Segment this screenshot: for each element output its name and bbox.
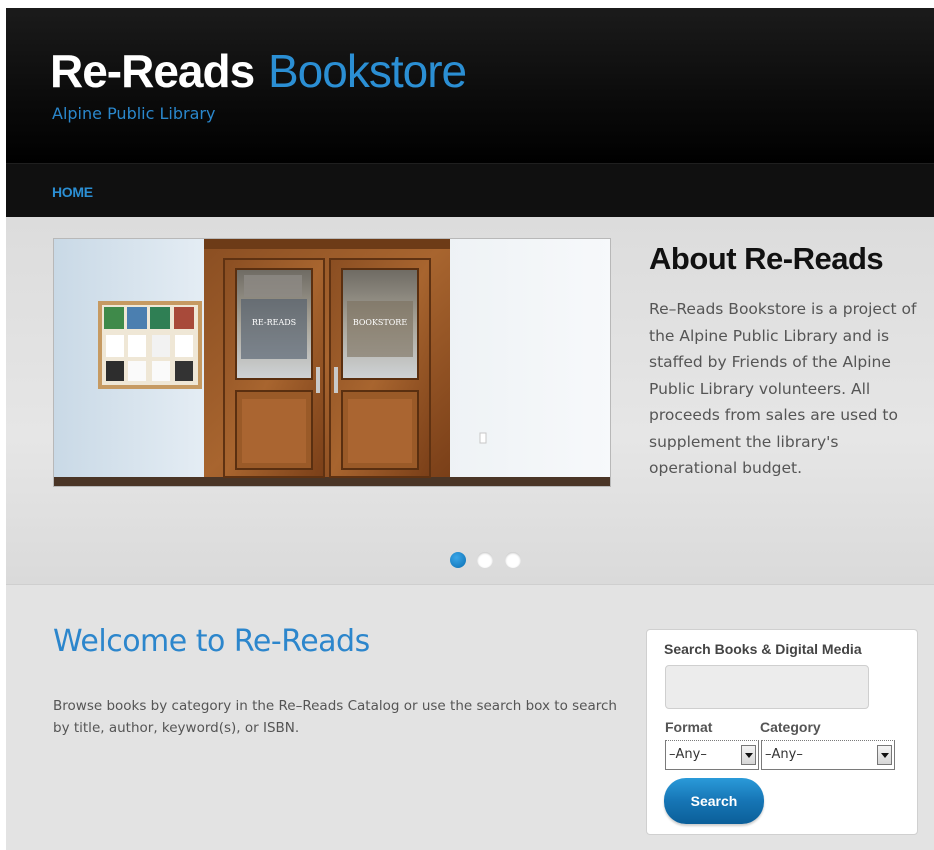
about-title: About Re-Reads [649, 241, 884, 276]
about-text: Re–Reads Bookstore is a project of the A… [649, 300, 917, 477]
format-select[interactable]: –Any– [665, 740, 759, 770]
search-box: Search Books & Digital Media Format Cate… [646, 629, 918, 835]
main-nav: HOME [6, 163, 934, 217]
site-title[interactable]: Re-Reads Bookstore [50, 44, 467, 98]
chevron-down-icon[interactable] [877, 745, 892, 765]
door-sign-left: RE-READS [252, 318, 296, 327]
carousel-dot-3[interactable] [505, 552, 521, 568]
hero-section: RE-READS BOOKSTORE About Re-Reads Re–Rea… [6, 217, 934, 585]
format-select-value: –Any– [669, 747, 707, 762]
welcome-section: Welcome to Re-Reads Browse books by cate… [6, 586, 934, 850]
category-label: Category [760, 719, 821, 735]
search-heading: Search Books & Digital Media [664, 641, 862, 657]
page: Re-Reads Bookstore Alpine Public Library… [6, 8, 934, 850]
nav-home-link[interactable]: HOME [52, 184, 93, 200]
door-sign-right: BOOKSTORE [353, 318, 408, 327]
category-select-value: –Any– [765, 747, 803, 762]
carousel-dot-2[interactable] [477, 552, 493, 568]
welcome-title: Welcome to Re-Reads [53, 624, 370, 659]
chevron-down-icon[interactable] [741, 745, 756, 765]
search-input[interactable] [665, 665, 869, 709]
welcome-text: Browse books by category in the Re–Reads… [53, 698, 617, 736]
format-label: Format [665, 719, 713, 735]
site-title-main: Re-Reads [50, 45, 255, 97]
site-header: Re-Reads Bookstore Alpine Public Library [6, 8, 934, 163]
search-button[interactable]: Search [664, 778, 764, 824]
site-title-accent: Bookstore [267, 45, 467, 97]
hero-slide-image[interactable]: RE-READS BOOKSTORE [53, 238, 611, 487]
carousel-dot-1[interactable] [450, 552, 466, 568]
category-select[interactable]: –Any– [761, 740, 895, 770]
site-subtitle: Alpine Public Library [52, 104, 216, 123]
